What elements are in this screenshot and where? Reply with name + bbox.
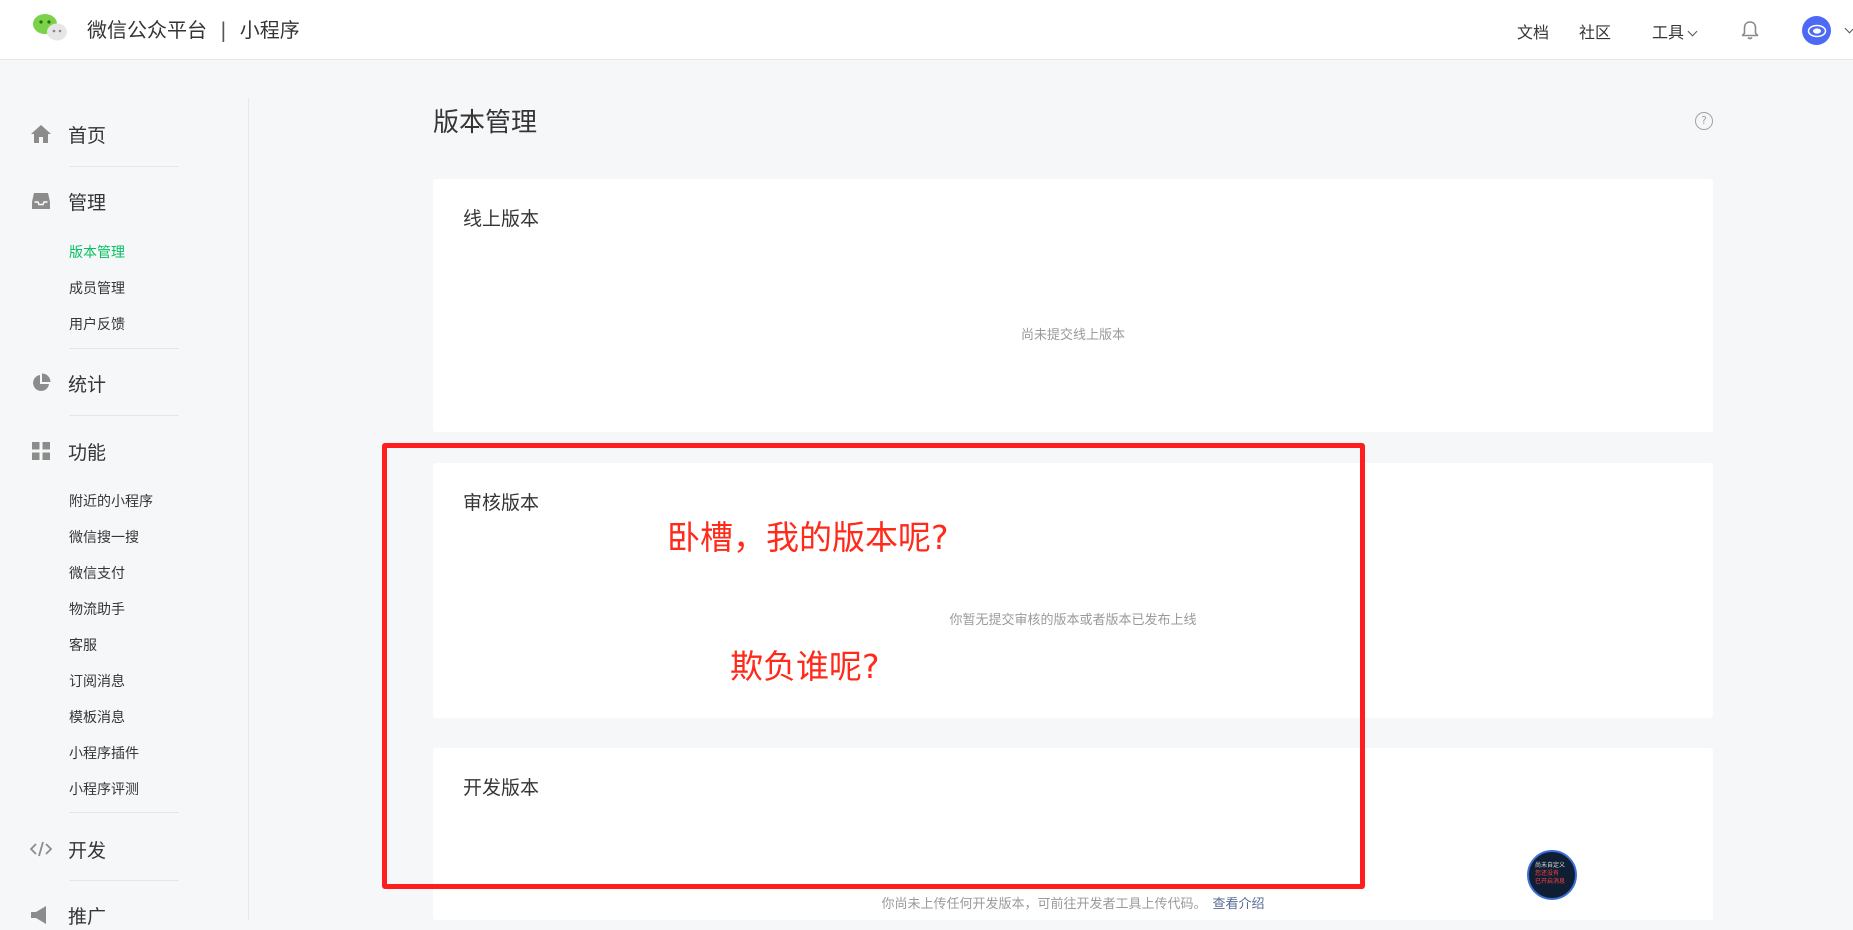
sidebar-group-develop[interactable]: 开发 bbox=[30, 834, 106, 864]
sidebar-group-label: 推广 bbox=[68, 905, 107, 928]
avatar[interactable] bbox=[1802, 16, 1831, 45]
avatar-logo-icon bbox=[1807, 24, 1826, 37]
avatar-chevron-down-icon[interactable] bbox=[1844, 23, 1853, 34]
dev-empty-text: 你尚未上传任何开发版本，可前往开发者工具上传代码。 bbox=[881, 897, 1207, 912]
page-title: 版本管理 bbox=[433, 108, 538, 138]
floating-widget-line: 您还没有 bbox=[1535, 870, 1560, 877]
card-empty-text: 尚未提交线上版本 bbox=[1020, 328, 1125, 343]
sidebar-divider-line bbox=[69, 415, 179, 416]
sidebar-item-nearby-miniprogram[interactable]: 附近的小程序 bbox=[69, 491, 153, 511]
sidebar-divider-line bbox=[69, 880, 179, 881]
nav-community-link[interactable]: 社区 bbox=[1579, 19, 1611, 43]
sidebar-group-label: 功能 bbox=[68, 441, 107, 464]
online-version-card: 线上版本 尚未提交线上版本 bbox=[433, 179, 1713, 432]
sidebar-item-wechat-search[interactable]: 微信搜一搜 bbox=[69, 527, 139, 547]
grid-icon bbox=[30, 440, 52, 462]
sidebar-item-logistics[interactable]: 物流助手 bbox=[69, 599, 125, 619]
sidebar-item-template-message[interactable]: 模板消息 bbox=[69, 707, 125, 727]
floating-widget-line: 已开启消息 bbox=[1535, 878, 1566, 885]
annotation-note-1: 卧槽，我的版本呢? bbox=[667, 518, 949, 557]
sidebar-item-user-feedback[interactable]: 用户反馈 bbox=[69, 314, 125, 334]
nav-docs-link[interactable]: 文档 bbox=[1517, 19, 1549, 43]
help-icon[interactable]: ? bbox=[1695, 112, 1713, 130]
inbox-icon bbox=[30, 190, 52, 212]
sidebar-divider-line bbox=[69, 348, 179, 349]
sidebar-item-plugins[interactable]: 小程序插件 bbox=[69, 743, 139, 763]
sidebar-item-member-management[interactable]: 成员管理 bbox=[69, 278, 125, 298]
nav-tools-label: 工具 bbox=[1652, 23, 1685, 42]
sidebar-item-customer-service[interactable]: 客服 bbox=[69, 635, 97, 655]
sidebar-group-label: 开发 bbox=[68, 839, 107, 862]
home-icon bbox=[30, 123, 52, 145]
sidebar-divider-line bbox=[69, 812, 179, 813]
sidebar-group-label: 管理 bbox=[68, 191, 107, 214]
wechat-logo-icon[interactable] bbox=[31, 13, 69, 43]
sidebar-group-features[interactable]: 功能 bbox=[30, 436, 106, 466]
sidebar-group-home[interactable]: 首页 bbox=[30, 119, 106, 149]
code-icon bbox=[30, 838, 52, 860]
floating-widget-line: 尚未自定义 bbox=[1535, 862, 1566, 869]
floating-widget-button[interactable]: 尚未自定义 您还没有 已开启消息 bbox=[1527, 850, 1577, 900]
brand-product: 小程序 bbox=[239, 18, 300, 42]
pie-chart-icon bbox=[30, 372, 52, 394]
view-intro-link[interactable]: 查看介绍 bbox=[1213, 897, 1265, 912]
sidebar-group-manage[interactable]: 管理 bbox=[30, 186, 106, 216]
sidebar-group-label: 首页 bbox=[68, 124, 107, 147]
sidebar-divider-line bbox=[69, 166, 179, 167]
sidebar-divider bbox=[248, 98, 249, 920]
annotation-note-2: 欺负谁呢? bbox=[730, 647, 880, 686]
sidebar-item-subscribe-message[interactable]: 订阅消息 bbox=[69, 671, 125, 691]
sidebar-item-version-management[interactable]: 版本管理 bbox=[69, 242, 125, 262]
nav-tools-menu[interactable]: 工具 bbox=[1652, 19, 1698, 43]
brand-separator: | bbox=[220, 18, 227, 42]
sidebar-group-statistics[interactable]: 统计 bbox=[30, 368, 106, 398]
sidebar-item-wechat-pay[interactable]: 微信支付 bbox=[69, 563, 125, 583]
sidebar-item-evaluation[interactable]: 小程序评测 bbox=[69, 779, 139, 799]
brand-name: 微信公众平台 bbox=[87, 18, 207, 42]
card-empty-text: 你尚未上传任何开发版本，可前往开发者工具上传代码。 查看介绍 bbox=[433, 893, 1713, 912]
bell-icon[interactable] bbox=[1739, 19, 1761, 41]
card-title: 线上版本 bbox=[463, 208, 540, 230]
chevron-down-icon bbox=[1687, 26, 1698, 37]
megaphone-icon bbox=[30, 904, 52, 926]
brand-title[interactable]: 微信公众平台 | 小程序 bbox=[87, 14, 300, 43]
sidebar-group-promotion[interactable]: 推广 bbox=[30, 900, 106, 930]
sidebar-group-label: 统计 bbox=[68, 373, 107, 396]
top-bar: 微信公众平台 | 小程序 文档 社区 工具 bbox=[0, 0, 1853, 60]
